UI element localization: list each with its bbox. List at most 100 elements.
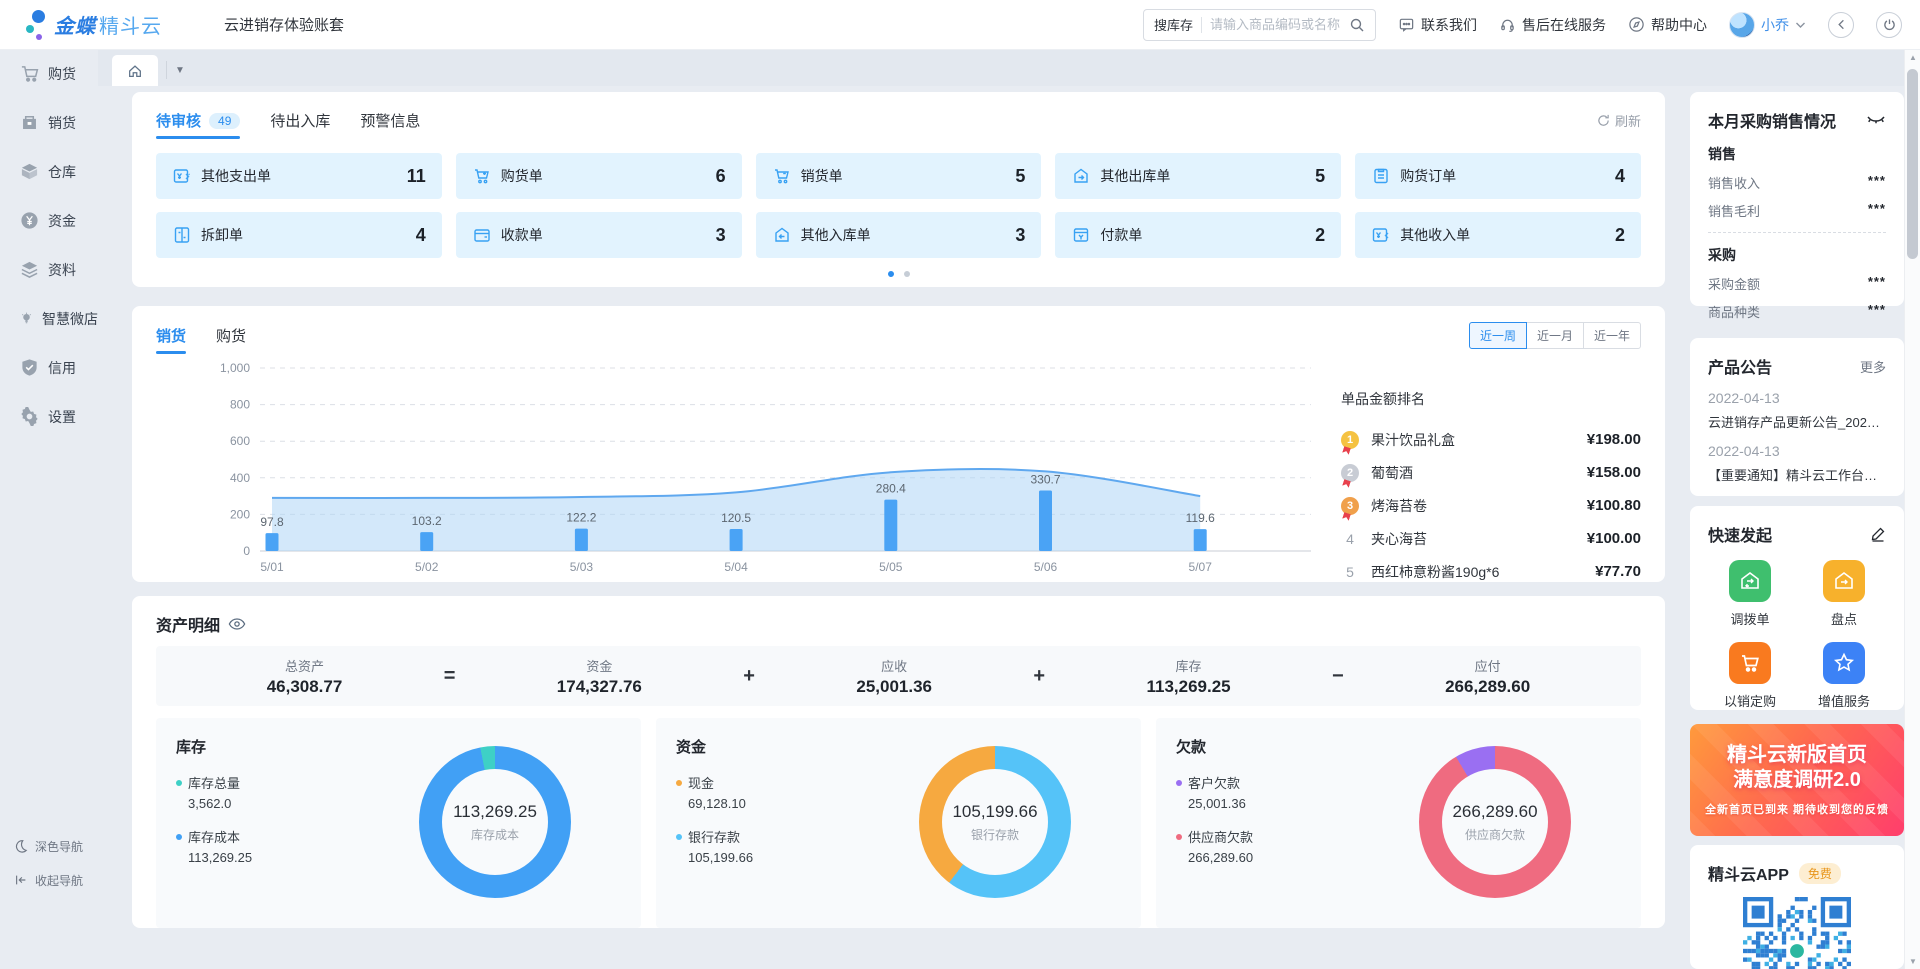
eye-closed-icon[interactable] <box>1866 114 1886 126</box>
topbar: 金蝶 精斗云 云进销存体验账套 搜库存 联系我们 售后在线服务 帮助中心 小乔 <box>0 0 1920 49</box>
ranking-rank: 5 <box>1341 564 1359 580</box>
tile-label: 其他支出单 <box>201 166 271 186</box>
sidebar-label: 购货 <box>48 64 76 84</box>
tile-other-outbound[interactable]: 其他出库单 5 <box>1055 153 1341 199</box>
announcement-link[interactable]: 【重要通知】精斗云工作台域... <box>1708 465 1886 484</box>
contact-us-link[interactable]: 联系我们 <box>1398 15 1477 35</box>
assets-title-row: 资产明细 <box>156 612 1641 636</box>
after-sales-link[interactable]: 售后在线服务 <box>1499 15 1606 35</box>
tile-other-income[interactable]: 其他收入单 2 <box>1355 212 1641 258</box>
ranking-item-name: 夹心海苔 <box>1371 529 1427 549</box>
search-input[interactable] <box>1210 17 1349 32</box>
pending-tabs: 待审核 49 待出入库 预警信息 刷新 <box>156 110 1641 139</box>
vertical-scrollbar[interactable]: ▲ ▼ <box>1904 49 1920 969</box>
ranking-row[interactable]: 2 葡萄酒 ¥158.00 <box>1341 456 1641 489</box>
carousel-dots <box>156 271 1641 277</box>
sidebar-item-funds[interactable]: 资金 <box>0 196 98 245</box>
quick-action-stocktake[interactable]: 盘点 <box>1802 560 1886 628</box>
refresh-icon <box>1597 114 1610 127</box>
search-scope-label[interactable]: 搜库存 <box>1154 15 1193 34</box>
summary-label: 采购金额 <box>1708 274 1760 293</box>
range-week-button[interactable]: 近一周 <box>1469 322 1527 349</box>
tile-other-expense[interactable]: 其他支出单 11 <box>156 153 442 199</box>
range-month-button[interactable]: 近一月 <box>1526 322 1584 349</box>
ranking-row[interactable]: 1 果汁饮品礼盒 ¥198.00 <box>1341 423 1641 456</box>
tile-disassembly[interactable]: 拆卸单 4 <box>156 212 442 258</box>
formula-value: 174,327.76 <box>557 677 642 697</box>
sidebar-item-warehouse[interactable]: 仓库 <box>0 147 98 196</box>
legend-label: 银行存款 <box>688 827 740 846</box>
shield-check-icon <box>20 358 39 377</box>
range-year-button[interactable]: 近一年 <box>1583 322 1641 349</box>
dark-nav-toggle[interactable]: 深色导航 <box>0 829 98 863</box>
tab-home[interactable] <box>112 55 158 86</box>
sidebar-item-data[interactable]: 资料 <box>0 245 98 294</box>
scroll-down-arrow[interactable]: ▼ <box>1905 953 1920 969</box>
quick-action-sales-purchase[interactable]: 以销定购 <box>1708 642 1792 710</box>
tile-purchase-order[interactable]: 购货订单 4 <box>1355 153 1641 199</box>
tile-other-inbound[interactable]: 其他入库单 3 <box>756 212 1042 258</box>
scroll-up-arrow[interactable]: ▲ <box>1905 49 1920 65</box>
expense-doc-icon <box>172 166 192 186</box>
collapse-nav-button[interactable]: 收起导航 <box>0 863 98 897</box>
tab-pending-stock[interactable]: 待出入库 <box>270 110 330 139</box>
sidebar-item-purchase[interactable]: 购货 <box>0 49 98 98</box>
search-icon[interactable] <box>1349 17 1365 33</box>
back-button[interactable] <box>1828 12 1854 38</box>
sidebar-item-settings[interactable]: 设置 <box>0 392 98 441</box>
tab-list-dropdown[interactable]: ▼ <box>175 65 185 76</box>
svg-text:5/06: 5/06 <box>1034 560 1058 574</box>
svg-text:200: 200 <box>230 507 250 521</box>
help-center-link[interactable]: 帮助中心 <box>1628 15 1707 35</box>
carousel-dot-1[interactable] <box>888 271 894 277</box>
quick-action-value-added[interactable]: 增值服务 <box>1802 642 1886 710</box>
survey-banner[interactable]: 精斗云新版首页 满意度调研2.0 全新首页已到来 期待收到您的反馈 <box>1690 724 1904 836</box>
ranking-row[interactable]: 5 西红柿意粉酱190g*6 ¥77.70 <box>1341 555 1641 588</box>
legend-label: 客户欠款 <box>1188 773 1240 792</box>
announcements-panel: 产品公告 更多 2022-04-13 云进销存产品更新公告_20220... 2… <box>1690 338 1904 496</box>
svg-text:800: 800 <box>230 398 250 412</box>
ranking-row[interactable]: 3 烤海苔卷 ¥100.80 <box>1341 489 1641 522</box>
tab-sales-trend[interactable]: 销货 <box>156 325 186 354</box>
legend-dot <box>676 834 682 840</box>
formula-label: 库存 <box>1146 656 1230 675</box>
tab-warnings[interactable]: 预警信息 <box>360 110 420 139</box>
sidebar-item-sales[interactable]: 销货 <box>0 98 98 147</box>
quick-action-label: 调拨单 <box>1730 609 1769 628</box>
operator-minus: − <box>1332 665 1344 688</box>
avatar[interactable] <box>1729 12 1755 38</box>
carousel-dot-2[interactable] <box>904 271 910 277</box>
scrollbar-thumb[interactable] <box>1907 69 1918 259</box>
tab-label: 待出入库 <box>270 110 330 131</box>
logout-button[interactable] <box>1876 12 1902 38</box>
more-link[interactable]: 更多 <box>1860 357 1886 376</box>
quick-action-transfer[interactable]: 调拨单 <box>1708 560 1792 628</box>
inventory-search-box[interactable]: 搜库存 <box>1143 9 1376 41</box>
tile-sales-order-doc[interactable]: 销货单 5 <box>756 153 1042 199</box>
formula-total-assets: 总资产 46,308.77 <box>267 656 343 697</box>
summary-title: 本月采购销售情况 <box>1708 108 1836 132</box>
announcements-title-row: 产品公告 更多 <box>1708 354 1886 378</box>
tile-payment[interactable]: 付款单 2 <box>1055 212 1341 258</box>
announcements-title: 产品公告 <box>1708 354 1772 378</box>
tile-count: 3 <box>716 225 726 246</box>
app-title: 精斗云APP <box>1708 861 1789 885</box>
tab-purchase-trend[interactable]: 购货 <box>216 325 246 354</box>
tile-receipt[interactable]: 收款单 3 <box>456 212 742 258</box>
eye-open-icon[interactable] <box>228 617 246 631</box>
sidebar-item-credit[interactable]: 信用 <box>0 343 98 392</box>
user-menu[interactable]: 小乔 <box>1729 12 1806 38</box>
ranking-row[interactable]: 4 夹心海苔 ¥100.00 <box>1341 522 1641 555</box>
app-logo[interactable]: 金蝶 精斗云 <box>20 8 162 42</box>
announcement-link[interactable]: 云进销存产品更新公告_20220... <box>1708 412 1886 431</box>
refresh-button[interactable]: 刷新 <box>1597 111 1641 138</box>
quick-action-label: 盘点 <box>1831 609 1857 628</box>
edit-pencil-icon[interactable] <box>1870 526 1886 542</box>
ranking-item-amount: ¥100.80 <box>1587 497 1641 514</box>
tile-count: 3 <box>1015 225 1025 246</box>
logo-text-light: 精斗云 <box>99 10 162 39</box>
tile-purchase-order-doc[interactable]: 购货单 6 <box>456 153 742 199</box>
sidebar-item-smart-store[interactable]: 智慧微店 <box>0 294 98 343</box>
tab-pending-audit[interactable]: 待审核 49 <box>156 110 240 139</box>
chevron-down-icon <box>1795 21 1806 29</box>
